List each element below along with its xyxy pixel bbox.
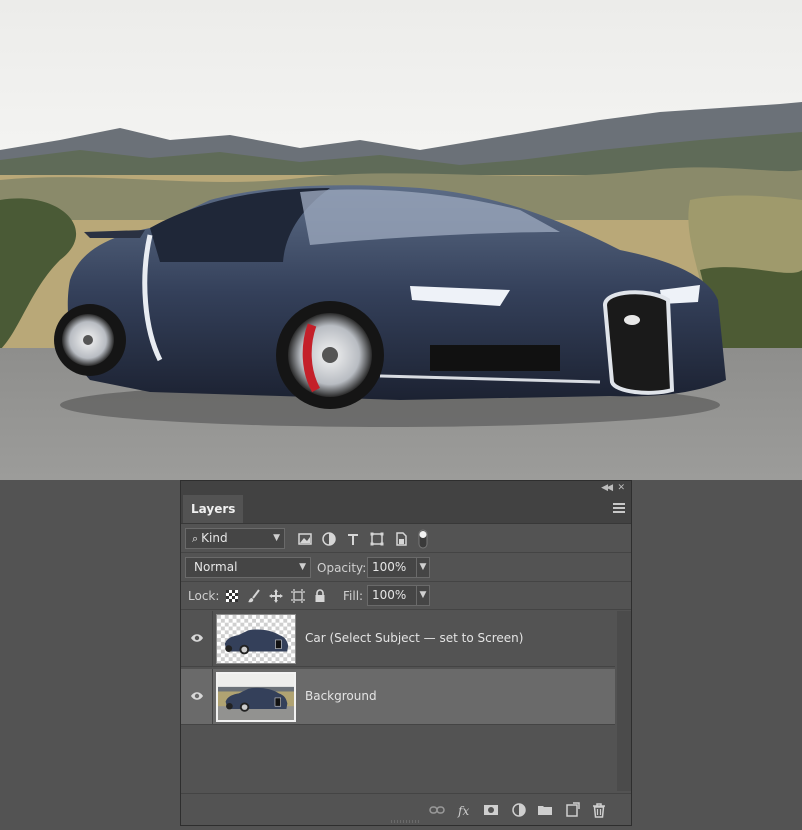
link-layers-icon[interactable] [429,802,445,818]
blend-mode-row: Normal ▼ Opacity: 100% ▼ [181,554,631,582]
opacity-slider-toggle[interactable]: ▼ [416,557,430,578]
filter-type-layer-icon[interactable] [345,531,361,547]
new-layer-icon[interactable] [564,802,580,818]
lock-transparent-pixels-icon[interactable] [225,588,239,604]
lock-all-icon[interactable] [313,588,327,604]
filter-smart-object-icon[interactable] [393,531,409,547]
layer-name[interactable]: Background [305,689,377,703]
lock-row: Lock: Fill: 100% ▼ [181,582,631,610]
filter-kind-dropdown[interactable]: ⌕ Kind ▼ [185,528,285,549]
layers-panel: ◀◀ ✕ Layers ⌕ Kind ▼ Normal ▼ Opacity: 10… [180,480,632,826]
filter-shape-layer-icon[interactable] [369,531,385,547]
group-folder-icon[interactable] [537,802,553,818]
transparent-car-thumbnail[interactable] [216,614,296,664]
layer-row-car[interactable]: Car (Select Subject — set to Screen) [181,611,615,667]
filter-toggle-icon[interactable] [418,529,428,549]
panel-tab-bar: Layers [181,495,631,524]
eye-visibility-icon[interactable] [190,690,204,702]
fx-icon[interactable]: fx [457,802,473,818]
filter-kind-label: Kind [201,531,228,545]
trash-icon[interactable] [591,802,607,818]
opacity-input[interactable]: 100% [367,557,417,578]
panel-title-bar[interactable]: ◀◀ ✕ [181,481,631,495]
document-canvas-photo[interactable] [0,0,802,480]
layer-name[interactable]: Car (Select Subject — set to Screen) [305,631,523,645]
layer-filter-row: ⌕ Kind ▼ [181,524,631,553]
lock-artboard-icon[interactable] [291,588,305,604]
layer-row-background[interactable]: Background [181,669,615,725]
blend-mode-dropdown[interactable]: Normal ▼ [185,557,311,578]
eye-visibility-icon[interactable] [190,632,204,644]
filter-pixel-layer-icon[interactable] [297,531,313,547]
lock-image-pixels-icon[interactable] [247,588,261,604]
fill-label: Fill: [343,589,364,603]
layers-list: Car (Select Subject — set to Screen) Bac… [181,611,615,791]
lock-label: Lock: [188,589,220,603]
lock-position-icon[interactable] [269,588,283,604]
add-mask-icon[interactable] [483,802,499,818]
hamburger-menu-icon[interactable] [613,501,625,515]
tab-layers[interactable]: Layers [183,495,244,523]
adjustment-layer-icon[interactable] [511,802,527,818]
double-left-chevron-icon[interactable]: ◀◀ [601,481,613,495]
layers-scrollbar[interactable] [617,611,631,791]
opacity-label: Opacity: [317,561,367,575]
panel-resize-grip[interactable] [391,820,421,823]
search-icon: ⌕ [192,532,199,545]
fill-input[interactable]: 100% [367,585,417,606]
chevron-down-icon: ▼ [273,533,280,543]
chevron-down-icon: ▼ [299,562,306,572]
svg-text:fx: fx [457,804,469,818]
close-icon[interactable]: ✕ [617,481,625,495]
filter-adjustment-layer-icon[interactable] [321,531,337,547]
blend-mode-value: Normal [194,560,238,574]
fill-slider-toggle[interactable]: ▼ [416,585,430,606]
photo-thumbnail[interactable] [216,672,296,722]
